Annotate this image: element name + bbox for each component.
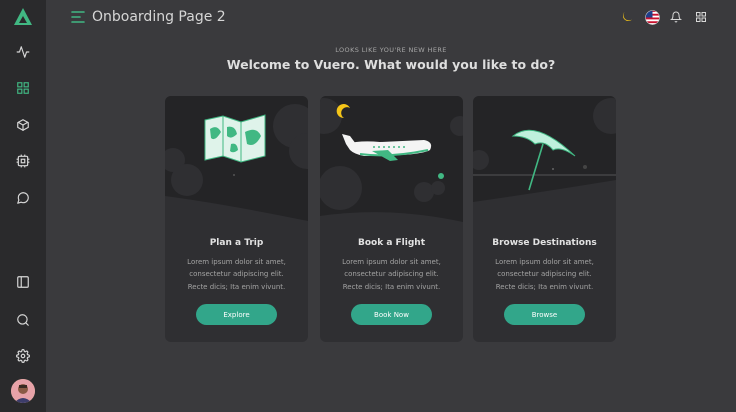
- hero-subtitle: LOOKS LIKE YOU'RE NEW HERE: [335, 46, 447, 54]
- book-now-button[interactable]: Book Now: [351, 304, 432, 325]
- cpu-icon[interactable]: [0, 147, 46, 175]
- search-icon[interactable]: [0, 306, 46, 334]
- page-title: Onboarding Page 2: [92, 9, 226, 25]
- grid-icon[interactable]: [0, 74, 46, 102]
- card-title: Plan a Trip: [209, 238, 264, 248]
- apps-grid-icon[interactable]: [693, 9, 709, 25]
- avatar[interactable]: [11, 379, 35, 403]
- topbar: Onboarding Page 2: [46, 0, 736, 36]
- activity-icon[interactable]: [0, 38, 46, 66]
- settings-icon[interactable]: [0, 342, 46, 370]
- moon-icon[interactable]: [619, 9, 635, 25]
- us-flag-icon[interactable]: [644, 9, 660, 25]
- box-icon[interactable]: [0, 111, 46, 139]
- map-illustration: [165, 96, 308, 224]
- card-description: Lorem ipsum dolor sit amet, consectetur …: [187, 258, 286, 291]
- card-description: Lorem ipsum dolor sit amet, consectetur …: [495, 258, 594, 291]
- layout-icon[interactable]: [0, 268, 46, 296]
- card-description: Lorem ipsum dolor sit amet, consectetur …: [342, 258, 441, 291]
- airplane-illustration: [320, 96, 463, 224]
- browse-button[interactable]: Browse: [504, 304, 585, 325]
- card-browse-destinations: Browse Destinations Lorem ipsum dolor si…: [473, 96, 616, 342]
- card-plan-trip: Plan a Trip Lorem ipsum dolor sit amet, …: [165, 96, 308, 342]
- explore-button[interactable]: Explore: [196, 304, 277, 325]
- card-title: Browse Destinations: [492, 238, 597, 248]
- card-book-flight: Book a Flight Lorem ipsum dolor sit amet…: [320, 96, 463, 342]
- bell-icon[interactable]: [668, 9, 684, 25]
- hero-title: Welcome to Vuero. What would you like to…: [226, 57, 556, 72]
- card-title: Book a Flight: [357, 238, 426, 248]
- umbrella-illustration: [473, 96, 616, 224]
- menu-toggle-icon[interactable]: [70, 9, 86, 25]
- chat-icon[interactable]: [0, 184, 46, 212]
- logo-icon[interactable]: [0, 2, 46, 32]
- sidebar: [0, 0, 46, 412]
